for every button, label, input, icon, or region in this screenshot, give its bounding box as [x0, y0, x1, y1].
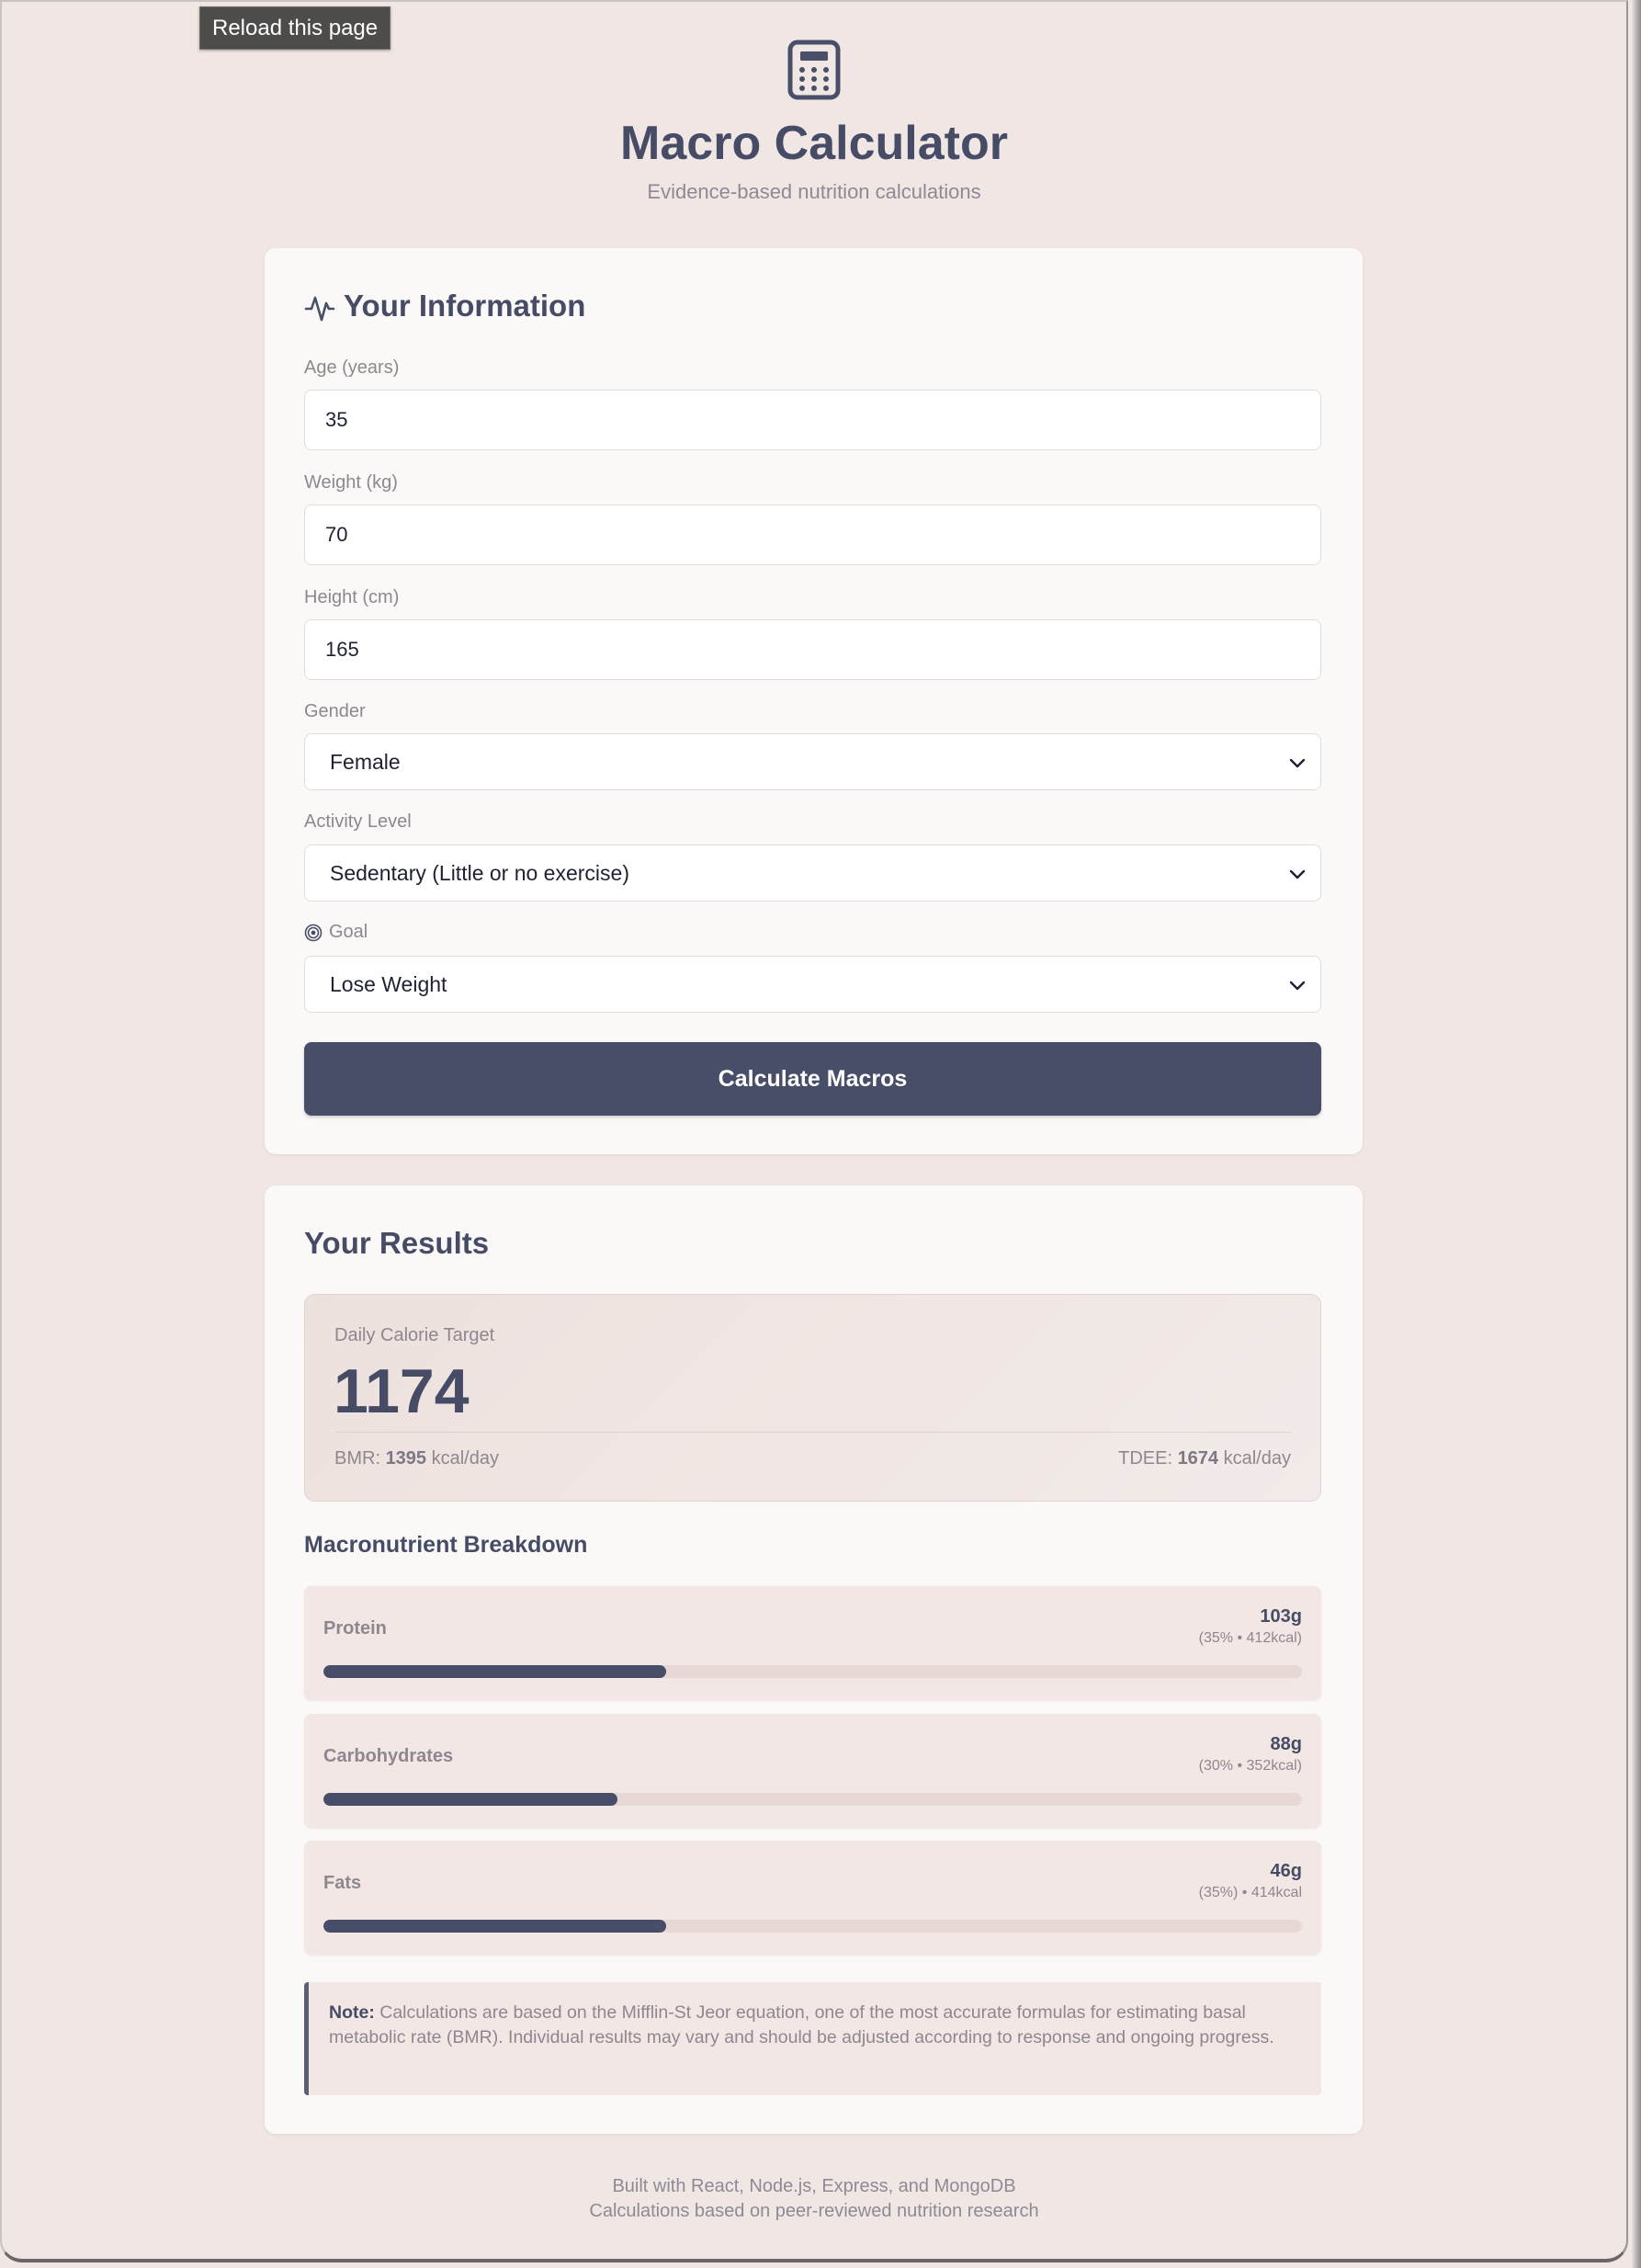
goal-select[interactable]: Lose Weight: [304, 956, 1321, 1013]
information-title: Your Information: [344, 289, 586, 323]
page-title: Macro Calculator: [620, 117, 1008, 170]
footer-tech-line: Built with React, Node.js, Express, and …: [612, 2176, 1016, 2196]
tdee-value: 1674: [1177, 1448, 1219, 1469]
macro-progress-fill: [323, 1665, 666, 1678]
calorie-target-value: 1174: [334, 1356, 470, 1426]
tdee-readout: TDEE: 1674 kcal/day: [1118, 1448, 1291, 1469]
macro-grams: 46g: [1270, 1861, 1302, 1881]
macro-progress-track: [323, 1665, 1302, 1678]
macro-name: Carbohydrates: [323, 1746, 454, 1766]
macro-progress-fill: [323, 1920, 666, 1933]
calorie-target-label: Daily Calorie Target: [334, 1325, 495, 1345]
tdee-prefix: TDEE:: [1118, 1448, 1178, 1469]
calculate-macros-button[interactable]: Calculate Macros: [304, 1042, 1321, 1116]
bmr-value: 1395: [385, 1448, 427, 1469]
bmr-readout: BMR: 1395 kcal/day: [334, 1448, 499, 1469]
macro-card-protein: Protein 103g (35% • 412kcal): [304, 1586, 1321, 1700]
your-information-card: Your Information Age (years) Weight (kg)…: [265, 248, 1363, 1154]
macronutrient-breakdown-heading: Macronutrient Breakdown: [304, 1532, 588, 1558]
target-icon: [304, 924, 323, 942]
macro-card-fats: Fats 46g (35%) • 414kcal: [304, 1841, 1321, 1955]
reload-tooltip: Reload this page: [199, 6, 391, 50]
divider: [334, 1432, 1291, 1433]
note-text: Calculations are based on the Mifflin-St…: [329, 2002, 1274, 2047]
macro-progress-track: [323, 1920, 1302, 1933]
macro-grams: 103g: [1260, 1606, 1302, 1627]
activity-level-select[interactable]: Sedentary (Little or no exercise): [304, 845, 1321, 902]
macro-name: Fats: [323, 1873, 362, 1893]
gender-label: Gender: [304, 701, 366, 721]
height-label: Height (cm): [304, 587, 400, 607]
macro-detail: (30% • 352kcal): [1198, 1758, 1302, 1774]
gender-value: Female: [330, 750, 401, 774]
height-input[interactable]: [304, 619, 1321, 680]
chevron-down-icon: [1289, 869, 1306, 879]
macro-progress-track: [323, 1793, 1302, 1806]
macro-detail: (35% • 412kcal): [1198, 1630, 1302, 1646]
gender-select[interactable]: Female: [304, 733, 1321, 790]
tdee-unit: kcal/day: [1218, 1448, 1291, 1469]
calculator-icon: [787, 40, 841, 100]
weight-label: Weight (kg): [304, 472, 398, 493]
your-results-card: Your Results Daily Calorie Target 1174 B…: [265, 1185, 1363, 2134]
goal-value: Lose Weight: [330, 972, 447, 996]
activity-value: Sedentary (Little or no exercise): [330, 861, 629, 885]
calorie-target-panel: Daily Calorie Target 1174 BMR: 1395 kcal…: [304, 1294, 1321, 1502]
bmr-unit: kcal/day: [426, 1448, 499, 1469]
age-label: Age (years): [304, 357, 400, 378]
chevron-down-icon: [1289, 758, 1306, 768]
page-subtitle: Evidence-based nutrition calculations: [647, 180, 981, 203]
macro-name: Protein: [323, 1618, 387, 1639]
window-edge-shadow: [1632, 0, 1641, 2268]
bmr-prefix: BMR:: [334, 1448, 386, 1469]
goal-label: Goal: [329, 922, 368, 942]
note-label: Note:: [329, 2002, 375, 2023]
activity-pulse-icon: [304, 296, 335, 322]
chevron-down-icon: [1289, 981, 1306, 991]
footer: Built with React, Node.js, Express, and …: [0, 2174, 1628, 2224]
activity-label: Activity Level: [304, 811, 412, 832]
weight-input[interactable]: [304, 505, 1321, 565]
macro-progress-fill: [323, 1793, 617, 1806]
footer-research-line: Calculations based on peer-reviewed nutr…: [589, 2201, 1039, 2221]
macro-card-carbohydrates: Carbohydrates 88g (30% • 352kcal): [304, 1714, 1321, 1828]
calculation-note: Note: Calculations are based on the Miff…: [304, 1982, 1321, 2095]
macro-grams: 88g: [1270, 1734, 1302, 1754]
results-title: Your Results: [304, 1226, 490, 1260]
macro-detail: (35%) • 414kcal: [1198, 1885, 1302, 1900]
age-input[interactable]: [304, 390, 1321, 450]
